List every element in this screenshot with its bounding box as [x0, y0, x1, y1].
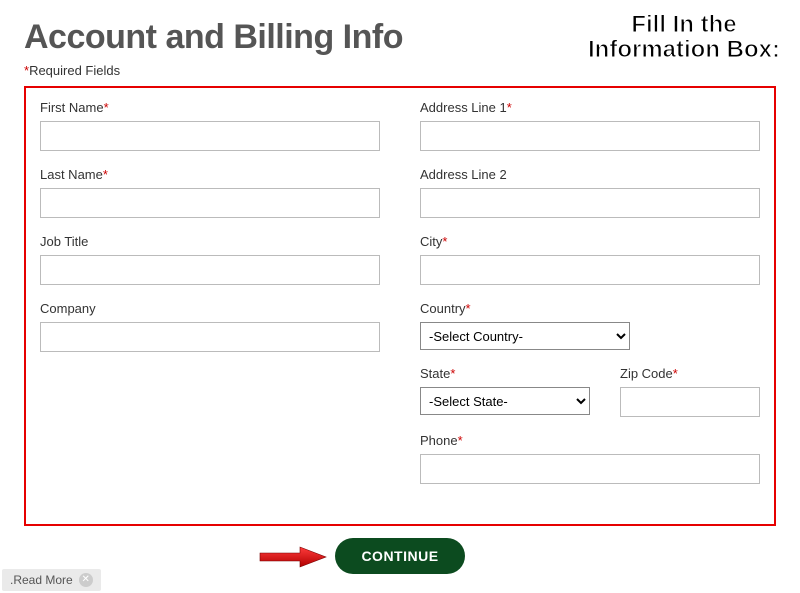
state-label: State*	[420, 366, 590, 381]
right-column: Address Line 1* Address Line 2 City*	[420, 100, 760, 500]
zip-field: Zip Code*	[620, 366, 760, 417]
city-label: City*	[420, 234, 760, 249]
continue-button[interactable]: CONTINUE	[335, 538, 464, 574]
asterisk-icon: *	[442, 234, 447, 249]
first-name-input[interactable]	[40, 121, 380, 151]
last-name-input[interactable]	[40, 188, 380, 218]
read-more-link[interactable]: Read More	[13, 573, 72, 587]
job-title-label: Job Title	[40, 234, 380, 249]
address2-input[interactable]	[420, 188, 760, 218]
address2-label: Address Line 2	[420, 167, 760, 182]
city-field: City*	[420, 234, 760, 285]
asterisk-icon: *	[104, 100, 109, 115]
last-name-field: Last Name*	[40, 167, 380, 218]
address1-input[interactable]	[420, 121, 760, 151]
state-field: State* -Select State-	[420, 366, 590, 417]
close-icon[interactable]: ✕	[79, 573, 93, 587]
overlay-instruction-text: Fill In the Information Box:	[588, 12, 780, 62]
address1-label: Address Line 1*	[420, 100, 760, 115]
left-column: First Name* Last Name* Job Title Company	[40, 100, 380, 500]
job-title-input[interactable]	[40, 255, 380, 285]
phone-label: Phone*	[420, 433, 760, 448]
country-label: Country*	[420, 301, 760, 316]
country-select[interactable]: -Select Country-	[420, 322, 630, 350]
company-input[interactable]	[40, 322, 380, 352]
asterisk-icon: *	[466, 301, 471, 316]
company-label: Company	[40, 301, 380, 316]
form-highlight-box: First Name* Last Name* Job Title Company	[24, 86, 776, 526]
arrow-icon	[258, 545, 328, 574]
read-more-bar: . Read More ✕	[2, 569, 101, 591]
state-select[interactable]: -Select State-	[420, 387, 590, 415]
asterisk-icon: *	[450, 366, 455, 381]
asterisk-icon: *	[673, 366, 678, 381]
job-title-field: Job Title	[40, 234, 380, 285]
first-name-field: First Name*	[40, 100, 380, 151]
zip-input[interactable]	[620, 387, 760, 417]
last-name-label: Last Name*	[40, 167, 380, 182]
phone-input[interactable]	[420, 454, 760, 484]
address2-field: Address Line 2	[420, 167, 760, 218]
city-input[interactable]	[420, 255, 760, 285]
country-field: Country* -Select Country-	[420, 301, 760, 350]
asterisk-icon: *	[103, 167, 108, 182]
phone-field: Phone*	[420, 433, 760, 484]
required-fields-legend: *Required Fields	[24, 63, 776, 78]
asterisk-icon: *	[507, 100, 512, 115]
address1-field: Address Line 1*	[420, 100, 760, 151]
zip-label: Zip Code*	[620, 366, 760, 381]
company-field: Company	[40, 301, 380, 352]
first-name-label: First Name*	[40, 100, 380, 115]
page-title: Account and Billing Info	[24, 18, 403, 57]
asterisk-icon: *	[458, 433, 463, 448]
